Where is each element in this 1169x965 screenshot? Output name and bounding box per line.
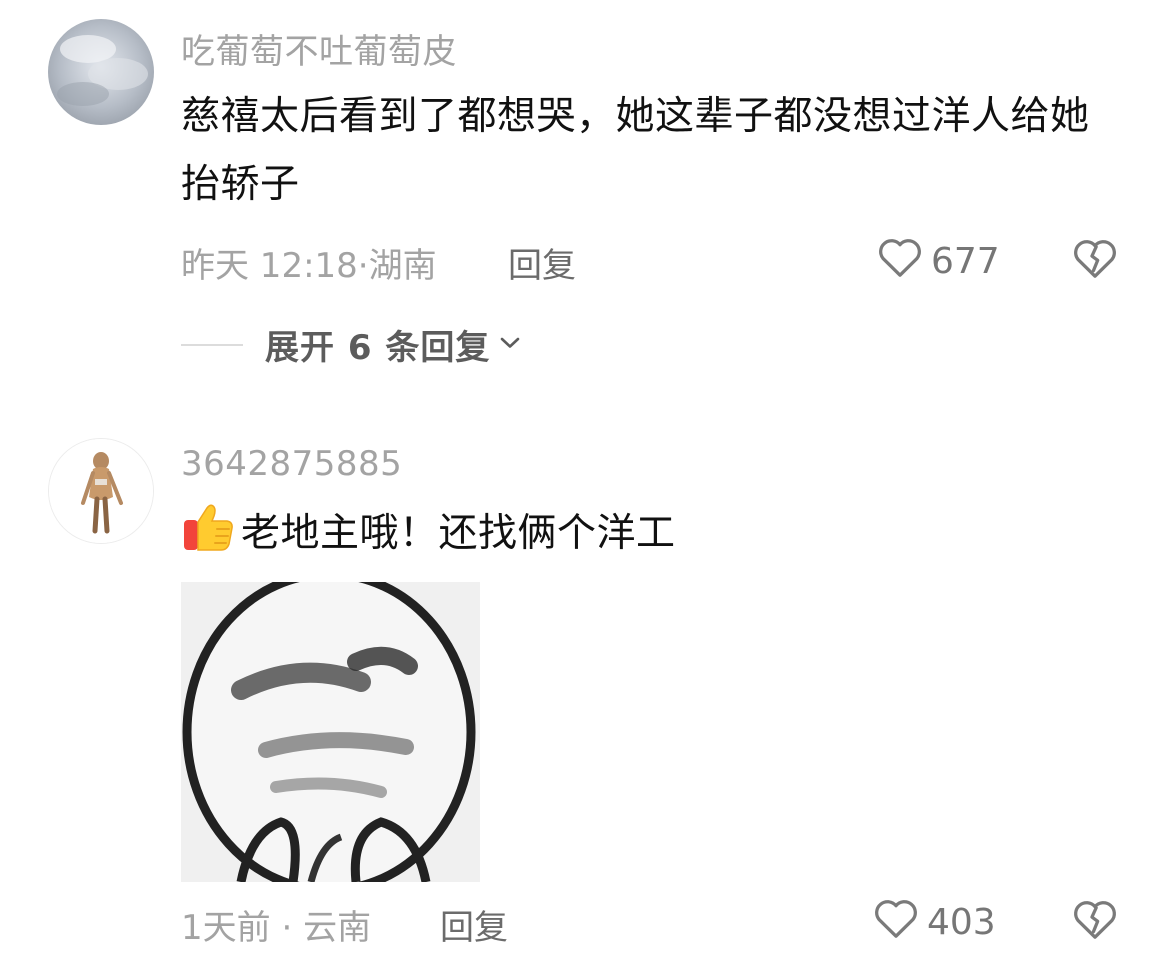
comment-time: 1天前 xyxy=(181,908,271,948)
heart-outline-icon xyxy=(873,896,919,949)
meta-separator: · xyxy=(270,908,304,948)
comment-meta: 昨天 12:18·湖南 xyxy=(181,238,437,287)
avatar[interactable] xyxy=(48,19,154,125)
comment-text: 老地主哦！还找俩个洋工 xyxy=(241,511,676,556)
comment-username[interactable]: 3642875885 xyxy=(181,444,402,484)
like-button[interactable]: 677 xyxy=(877,235,1000,288)
comment-item: 吃葡萄不吐葡萄皮 慈禧太后看到了都想哭，她这辈子都没想过洋人给她抬轿子 昨天 1… xyxy=(0,0,1169,400)
comment-location: 云南 xyxy=(303,908,372,948)
broken-heart-icon xyxy=(1072,901,1118,945)
like-button[interactable]: 403 xyxy=(873,896,996,949)
comment-sticker-image[interactable] xyxy=(181,582,480,882)
comment-location: 湖南 xyxy=(368,246,437,286)
comment-username[interactable]: 吃葡萄不吐葡萄皮 xyxy=(181,24,457,73)
comment-time: 昨天 12:18 xyxy=(181,246,358,286)
expand-replies[interactable]: 展开 6 条回复 xyxy=(181,320,522,369)
heart-outline-icon xyxy=(877,235,923,288)
reply-button[interactable]: 回复 xyxy=(508,238,576,287)
dislike-button[interactable] xyxy=(1072,236,1118,284)
broken-heart-icon xyxy=(1072,240,1118,284)
comment-meta: 1天前 · 云南 xyxy=(181,900,371,949)
like-count: 403 xyxy=(927,902,996,943)
like-count: 677 xyxy=(931,241,1000,282)
expand-divider xyxy=(181,343,243,346)
meta-separator: · xyxy=(357,246,369,286)
dislike-button[interactable] xyxy=(1072,897,1118,945)
comment-text-row: 老地主哦！还找俩个洋工 xyxy=(181,500,1121,576)
reply-button[interactable]: 回复 xyxy=(440,900,508,949)
comment-item: 3642875885 老地主哦！还找俩个洋工 1天前 · 云南 回复 403 xyxy=(0,420,1169,965)
thumbs-up-emoji xyxy=(181,502,235,576)
comment-text: 慈禧太后看到了都想哭，她这辈子都没想过洋人给她抬轿子 xyxy=(181,94,1090,207)
avatar-image xyxy=(48,19,154,125)
avatar-image xyxy=(49,439,153,543)
avatar[interactable] xyxy=(48,438,154,544)
expand-replies-label: 展开 6 条回复 xyxy=(265,328,491,368)
chevron-down-icon xyxy=(498,335,522,355)
